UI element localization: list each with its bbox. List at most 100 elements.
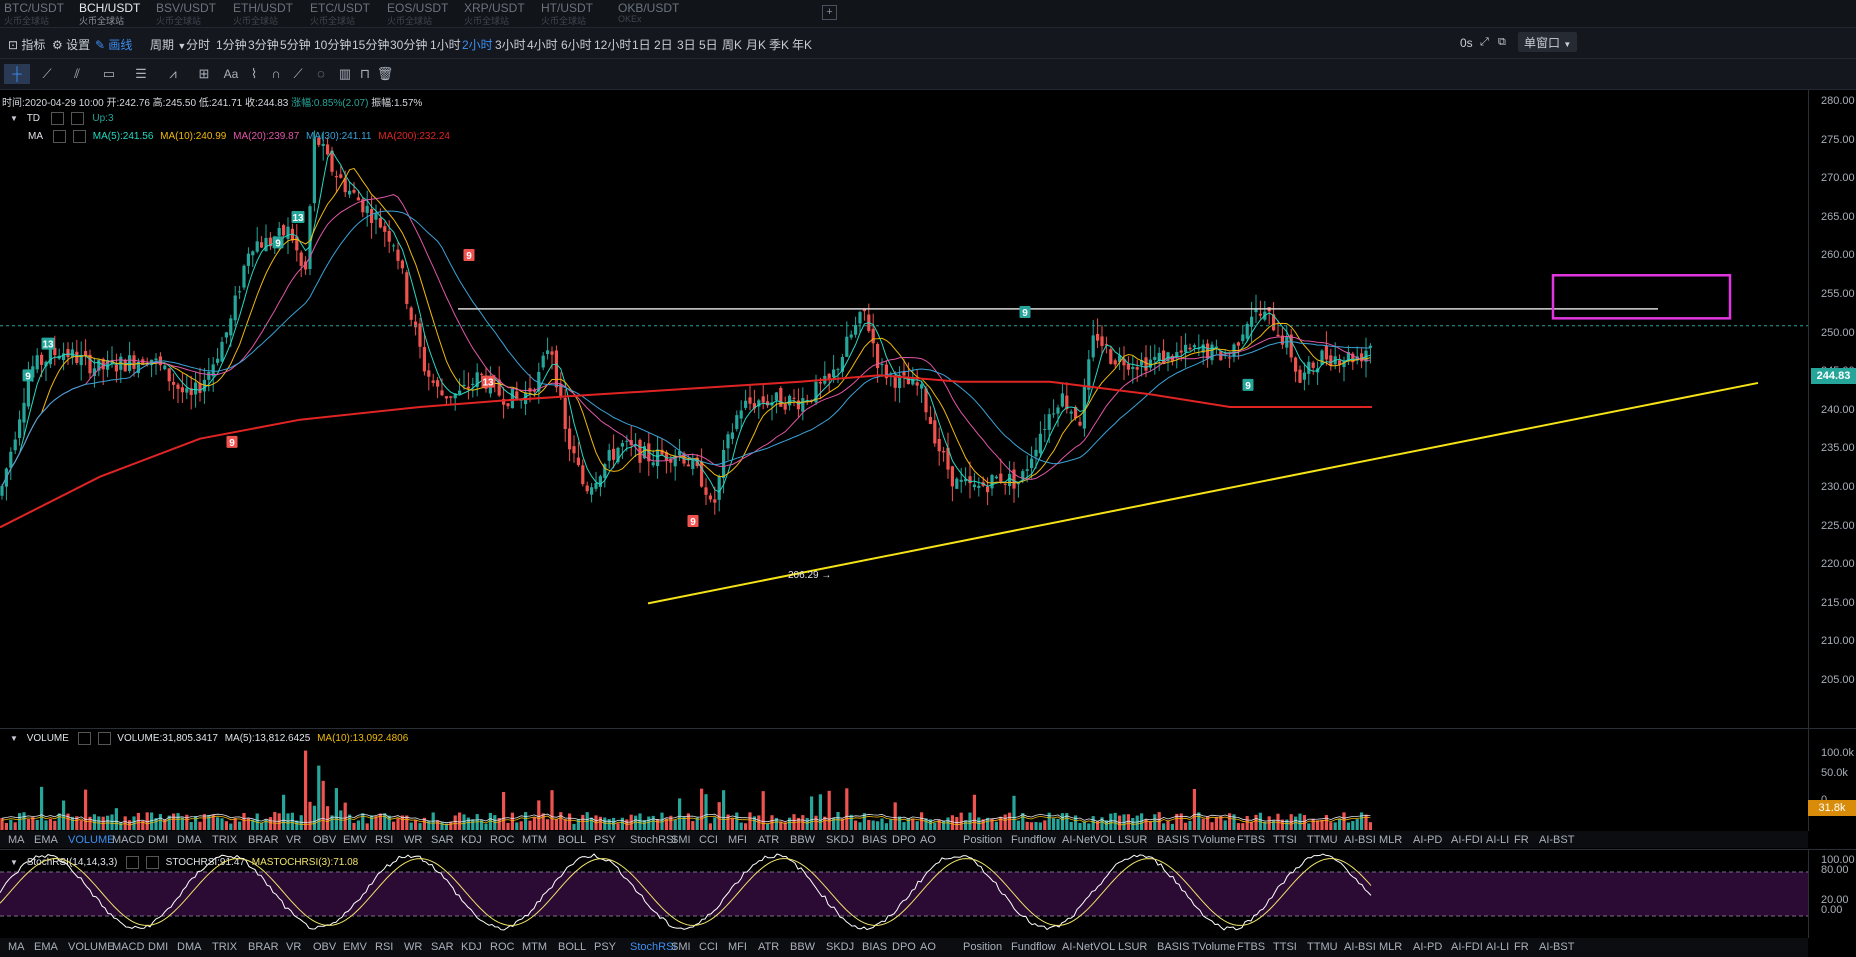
indicator-mtm[interactable]: MTM	[522, 941, 547, 953]
stochrsi-chart[interactable]	[0, 850, 1808, 938]
indicator-cci[interactable]: CCI	[699, 941, 718, 953]
ruler-icon[interactable]: ⟋	[288, 64, 308, 84]
indicator-mlr[interactable]: MLR	[1379, 941, 1402, 953]
fibonacci-tool-icon[interactable]: ☰	[128, 64, 154, 84]
indicator-position[interactable]: Position	[963, 941, 1002, 953]
price-axis[interactable]: 280.00 275.00 270.00 265.00 260.00 255.00 250.…	[1808, 90, 1856, 728]
indicator-stochrsi[interactable]: StochRSI	[630, 834, 676, 846]
lock-icon[interactable]: ⊓	[356, 64, 374, 84]
period-dropdown[interactable]: 周期 ▼	[150, 36, 186, 53]
indicator-bias[interactable]: BIAS	[862, 834, 887, 846]
indicator-wr[interactable]: WR	[404, 941, 422, 953]
indicator-psy[interactable]: PSY	[594, 834, 616, 846]
pattern-tool-icon[interactable]: ⩘	[160, 64, 186, 84]
magnet-icon[interactable]: ∩	[266, 64, 286, 84]
indicator-kdj[interactable]: KDJ	[461, 941, 482, 953]
indicator-brar[interactable]: BRAR	[248, 834, 279, 846]
indicator-dpo[interactable]: DPO	[892, 941, 916, 953]
interval-3[interactable]: 5分钟	[280, 36, 311, 53]
lock-drawings-icon[interactable]: ▥	[334, 64, 356, 84]
indicator-mtm[interactable]: MTM	[522, 834, 547, 846]
interval-19[interactable]: 季K	[769, 36, 789, 53]
indicator-stochrsi[interactable]: StochRSI	[630, 941, 676, 953]
indicator-bbw[interactable]: BBW	[790, 941, 815, 953]
interval-9[interactable]: 3小时	[495, 36, 526, 53]
indicator-obv[interactable]: OBV	[313, 941, 336, 953]
indicator-ma[interactable]: MA	[8, 941, 25, 953]
interval-12[interactable]: 12小时	[594, 36, 631, 53]
indicator-dma[interactable]: DMA	[177, 941, 201, 953]
indicator-ai-li[interactable]: AI-LI	[1486, 941, 1509, 953]
indicator-dmi[interactable]: DMI	[148, 834, 168, 846]
crosshair-tool-icon[interactable]: ┼	[4, 64, 30, 84]
interval-2[interactable]: 3分钟	[248, 36, 279, 53]
interval-13[interactable]: 1日	[632, 36, 651, 53]
td-close-icon[interactable]	[70, 112, 84, 125]
indicator-ai-pd[interactable]: AI-PD	[1413, 941, 1442, 953]
indicator-cci[interactable]: CCI	[699, 834, 718, 846]
indicator-ttsi[interactable]: TTSI	[1273, 941, 1297, 953]
indicator-skdj[interactable]: SKDJ	[826, 941, 854, 953]
indicator-psy[interactable]: PSY	[594, 941, 616, 953]
interval-8[interactable]: 2小时	[462, 36, 493, 53]
indicator-fundflow[interactable]: Fundflow	[1011, 941, 1056, 953]
indicator-ema[interactable]: EMA	[34, 941, 58, 953]
indicator-sar[interactable]: SAR	[431, 834, 454, 846]
indicator-mlr[interactable]: MLR	[1379, 834, 1402, 846]
indicator-ai-bsi[interactable]: AI-BSI	[1344, 941, 1376, 953]
indicator-ttsi[interactable]: TTSI	[1273, 834, 1297, 846]
indicator-ttmu[interactable]: TTMU	[1307, 834, 1338, 846]
tab-okb-usdt[interactable]: OKB/USDT OKEx	[614, 0, 704, 27]
indicator-boll[interactable]: BOLL	[558, 834, 586, 846]
indicator-lsur[interactable]: LSUR	[1118, 834, 1147, 846]
settings-button[interactable]: ⚙ 设置	[52, 36, 90, 53]
fullscreen-icon[interactable]: ⤢	[1480, 36, 1489, 49]
indicator-rsi[interactable]: RSI	[375, 834, 393, 846]
indicator-ai-bst[interactable]: AI-BST	[1539, 834, 1574, 846]
indicator-ao[interactable]: AO	[920, 941, 936, 953]
indicator-emv[interactable]: EMV	[343, 941, 367, 953]
interval-20[interactable]: 年K	[792, 36, 812, 53]
hide-drawings-icon[interactable]: ◌	[310, 64, 332, 84]
indicator-ai-pd[interactable]: AI-PD	[1413, 834, 1442, 846]
indicator-mfi[interactable]: MFI	[728, 941, 747, 953]
interval-1[interactable]: 1分钟	[216, 36, 247, 53]
interval-14[interactable]: 2日	[654, 36, 673, 53]
indicator-smi[interactable]: SMI	[671, 834, 691, 846]
add-tab-icon[interactable]: +	[822, 5, 837, 20]
indicator-macd[interactable]: MACD	[112, 941, 144, 953]
draw-button[interactable]: ✎ 画线	[95, 36, 132, 53]
indicator-roc[interactable]: ROC	[490, 834, 514, 846]
trash-icon[interactable]: 🗑	[376, 64, 394, 84]
text-tool-icon[interactable]: Aa	[220, 64, 242, 84]
candlestick-chart[interactable]: 206.29 → 9 13 9 9 13 9 13 9 9 9	[0, 90, 1808, 728]
indicator-atr[interactable]: ATR	[758, 834, 779, 846]
measure-tool-icon[interactable]: ⊞	[192, 64, 216, 84]
volume-chart[interactable]	[0, 729, 1808, 831]
indicator-roc[interactable]: ROC	[490, 941, 514, 953]
interval-10[interactable]: 4小时	[527, 36, 558, 53]
td-settings-icon[interactable]	[50, 112, 64, 125]
indicator-brar[interactable]: BRAR	[248, 941, 279, 953]
indicator-trix[interactable]: TRIX	[212, 941, 237, 953]
interval-4[interactable]: 10分钟	[314, 36, 351, 53]
indicator-volume[interactable]: VOLUME	[68, 834, 114, 846]
indicator-ao[interactable]: AO	[920, 834, 936, 846]
indicator-boll[interactable]: BOLL	[558, 941, 586, 953]
indicator-dpo[interactable]: DPO	[892, 834, 916, 846]
window-mode-dropdown[interactable]: 单窗口 ▼	[1518, 32, 1578, 52]
indicator-ttmu[interactable]: TTMU	[1307, 941, 1338, 953]
price-chart-area[interactable]: 206.29 → 9 13 9 9 13 9 13 9 9 9	[0, 90, 1808, 728]
interval-15[interactable]: 3日	[677, 36, 696, 53]
indicator-ai-bst[interactable]: AI-BST	[1539, 941, 1574, 953]
brush-tool-icon[interactable]: ⌇	[244, 64, 264, 84]
interval-5[interactable]: 15分钟	[352, 36, 389, 53]
indicator-fr[interactable]: FR	[1514, 941, 1529, 953]
indicator-ai-netvol[interactable]: AI-NetVOL	[1062, 834, 1115, 846]
indicator-ai-netvol[interactable]: AI-NetVOL	[1062, 941, 1115, 953]
indicator-trix[interactable]: TRIX	[212, 834, 237, 846]
indicator-lsur[interactable]: LSUR	[1118, 941, 1147, 953]
indicator-dma[interactable]: DMA	[177, 834, 201, 846]
collapse-icon[interactable]: ▼	[10, 114, 18, 123]
indicator-emv[interactable]: EMV	[343, 834, 367, 846]
